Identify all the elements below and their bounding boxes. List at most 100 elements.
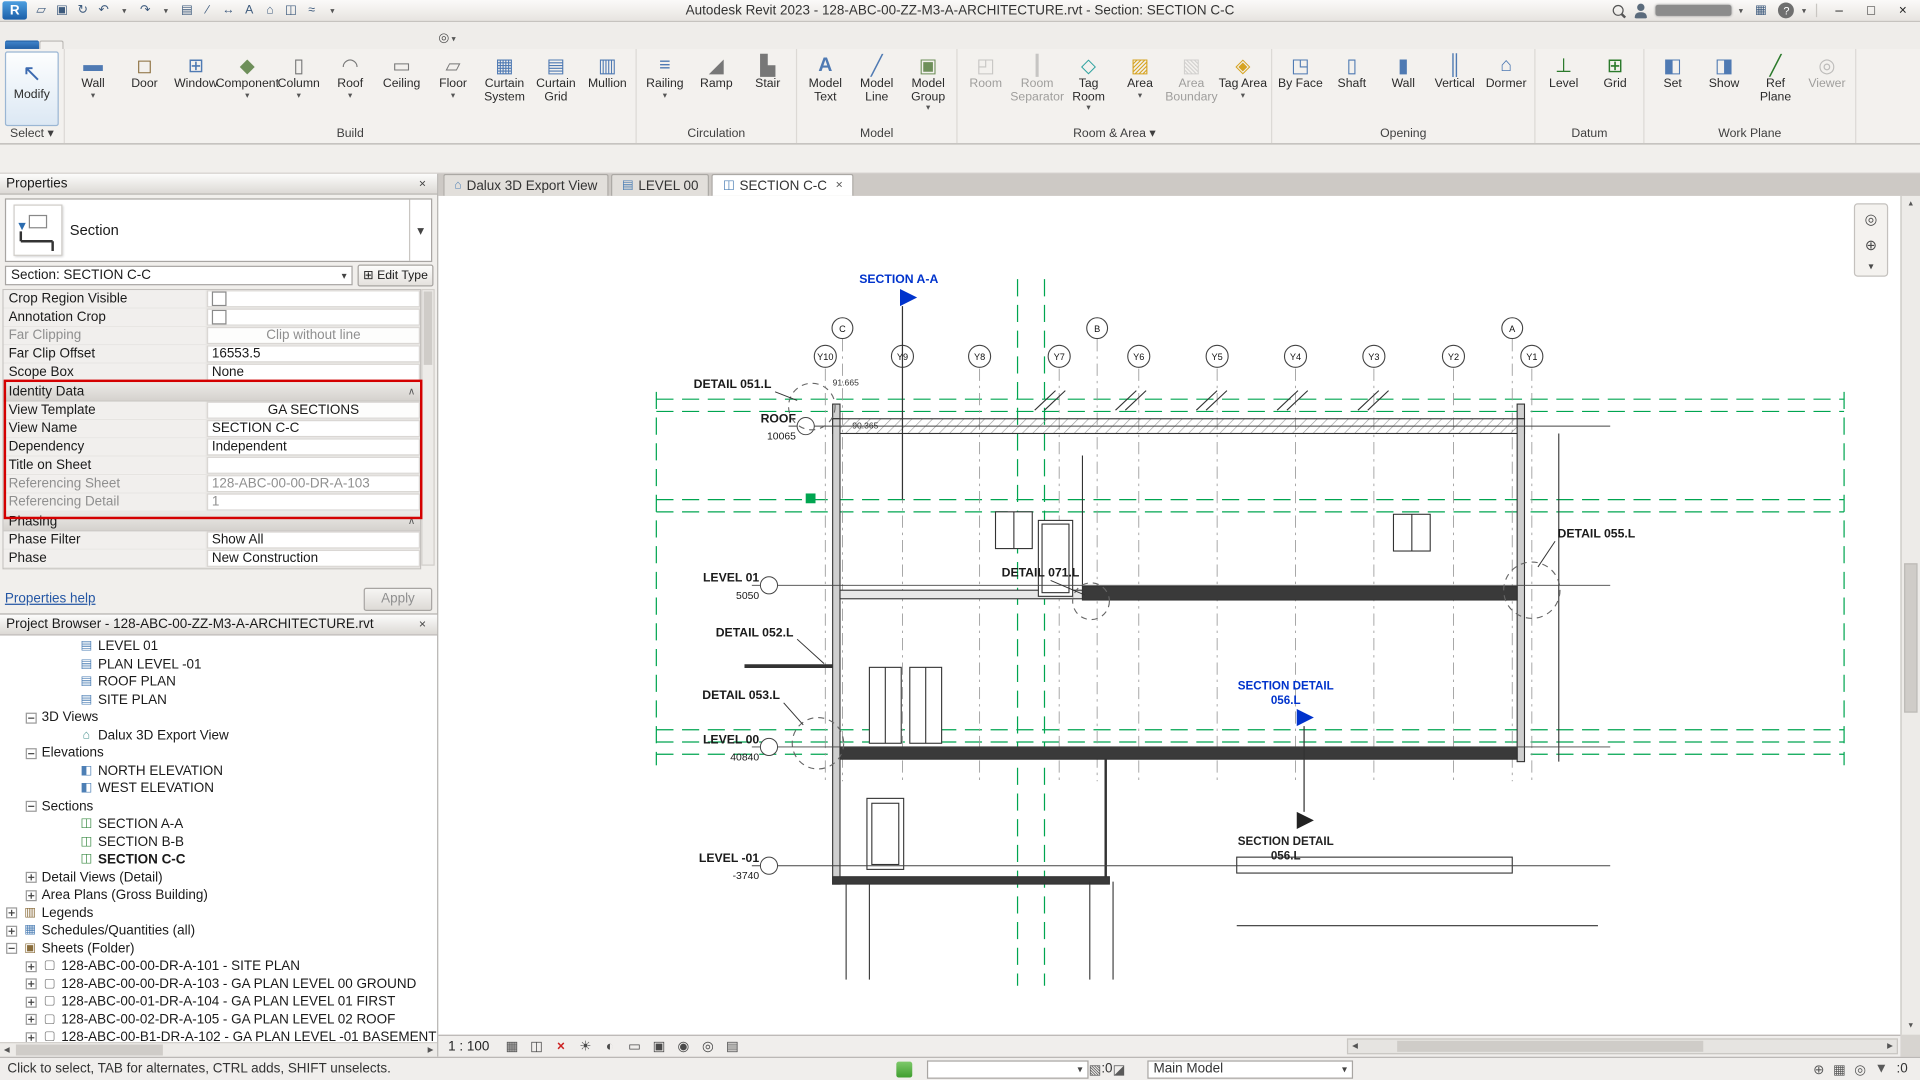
show-crop-region-icon[interactable]: ▣ [649,1038,670,1054]
properties-scrollbar[interactable] [421,289,434,566]
ribbon-panel-label-select[interactable]: Select ▾ [2,126,61,143]
section-detail-label[interactable]: SECTION DETAIL [1238,835,1334,848]
grid-bubble-label[interactable]: A [1509,324,1516,334]
section-detail-number[interactable]: 056.L [1271,850,1301,863]
tree-expander-icon[interactable] [26,996,37,1007]
property-row[interactable]: Far Clip Offset 16553.5 [4,345,420,363]
ribbon-panel-label-circulation[interactable]: Circulation [639,126,793,143]
tree-item[interactable]: Legends [0,904,437,922]
ribbon-button[interactable]: Tag Area [1217,49,1268,126]
property-value[interactable] [207,309,420,326]
print-icon[interactable]: ▤ [176,1,197,19]
instance-selector[interactable]: Section: SECTION C-C ▾ [5,266,353,286]
browser-horizontal-scrollbar[interactable]: ◀ ▶ [0,1042,437,1057]
property-value[interactable]: GA SECTIONS [207,402,420,419]
tree-expander-icon[interactable] [6,943,17,954]
ribbon-tab[interactable] [113,40,137,49]
ribbon-tab[interactable] [5,40,39,49]
ribbon-button[interactable]: Room [960,49,1011,126]
edit-type-button[interactable]: ⊞ Edit Type [358,264,434,286]
ribbon-button[interactable]: Window [170,49,221,126]
scroll-left-icon[interactable]: ◀ [0,1046,13,1055]
scroll-left-icon[interactable]: ◀ [1348,1040,1361,1053]
temporary-view-properties-icon[interactable]: ▤ [722,1038,743,1054]
redo-icon[interactable]: ↷ [135,1,156,19]
ribbon-button[interactable]: Floor [427,49,478,126]
redo-dropdown-icon[interactable]: ▾ [156,1,177,19]
ribbon-button[interactable]: Ramp [691,49,742,126]
tree-item[interactable]: Area Plans (Gross Building) [0,887,437,905]
exclude-options-icon[interactable]: ⊕ [1813,1061,1824,1077]
scroll-right-icon[interactable]: ▶ [1883,1040,1896,1053]
properties-header[interactable]: Properties × [0,174,437,195]
tree-expander-icon[interactable] [26,890,37,901]
detail-callout-label[interactable]: DETAIL 052.L [716,626,794,640]
property-row[interactable]: Phase New Construction [4,550,420,568]
grid-bubble-label[interactable]: Y6 [1133,352,1144,362]
ribbon-button[interactable]: Tag Room [1063,49,1114,126]
vertical-scrollbar[interactable]: ▲ ▼ [1900,196,1920,1035]
aligned-dimension-icon[interactable]: ↔ [218,1,239,19]
ribbon-button[interactable]: Viewer [1801,49,1852,126]
ribbon-panel-label-build[interactable]: Build [67,126,633,143]
zoom-icon[interactable]: ⊕ [1859,234,1883,256]
phasing-header[interactable]: Phasing ∧ [4,512,420,532]
section-detail-arrow-icon[interactable] [1297,709,1314,726]
tree-expander-icon[interactable] [26,961,37,972]
save-icon[interactable]: ▣ [51,1,72,19]
ribbon-button[interactable]: Show [1698,49,1749,126]
grid-bubble-label[interactable]: Y10 [817,352,833,362]
measure-icon[interactable]: ∕ [197,1,218,19]
scroll-up-icon[interactable]: ▲ [1902,196,1920,213]
worksharing-status-icon[interactable] [896,1061,912,1077]
grid-bubble-label[interactable]: Y7 [1054,352,1065,362]
collapse-arrow-icon[interactable]: ∧ [408,516,415,527]
maximize-button[interactable]: □ [1859,3,1883,18]
tree-item[interactable]: LEVEL 01 [0,638,437,656]
tree-expander-icon[interactable] [26,872,37,883]
property-value[interactable] [207,457,420,474]
minimize-button[interactable]: – [1827,3,1851,18]
property-row[interactable]: View Template GA SECTIONS [4,402,420,420]
ribbon-button[interactable]: By Face [1275,49,1326,126]
level-label[interactable]: ROOF [761,411,797,425]
ribbon-button[interactable]: Door [119,49,170,126]
property-value[interactable]: 128-ABC-00-00-DR-A-103 [207,475,420,492]
section-icon[interactable]: ◫ [280,1,301,19]
project-browser-header[interactable]: Project Browser - 128-ABC-00-ZZ-M3-A-ARC… [0,615,437,636]
press-drag-icon[interactable]: ▦ [1833,1061,1846,1077]
grid-bubble-label[interactable]: Y4 [1290,352,1301,362]
detail-callout-label[interactable]: DETAIL 053.L [702,688,780,702]
ribbon-tab[interactable] [333,40,357,49]
ribbon-tab[interactable] [211,40,235,49]
view-tab-dalux-3d[interactable]: ⌂ Dalux 3D Export View [443,174,608,196]
user-avatar-icon[interactable] [1633,3,1648,18]
tree-item[interactable]: 128-ABC-00-01-DR-A-104 - GA PLAN LEVEL 0… [0,993,437,1011]
ribbon-panel-label-room-area[interactable]: Room & Area ▾ [960,126,1269,143]
ribbon-button[interactable]: Component [222,49,273,126]
ribbon-button[interactable]: Wall [1378,49,1429,126]
ribbon-button[interactable]: Model Line [851,49,902,126]
ribbon-button[interactable]: Roof [324,49,375,126]
sun-icon[interactable]: ☀ [575,1038,596,1054]
ribbon-tab[interactable] [407,40,431,49]
properties-help-link[interactable]: Properties help [5,591,96,606]
ribbon-button[interactable]: Model Group [902,49,953,126]
visual-style-icon[interactable]: ◫ [526,1038,547,1054]
close-properties-icon[interactable]: × [414,177,431,190]
ribbon-panel-label-work-plane[interactable]: Work Plane [1647,126,1853,143]
help-icon[interactable]: ? [1779,2,1795,18]
tree-item[interactable]: ROOF PLAN [0,673,437,691]
horizontal-scrollbar[interactable]: ◀ ▶ [1347,1038,1898,1054]
ribbon-tab[interactable] [186,40,210,49]
property-value[interactable]: New Construction [207,550,420,567]
close-view-icon[interactable]: × [836,179,843,192]
tree-expander-icon[interactable] [26,712,37,723]
section-drawing[interactable]: ROOF 10065 LEVEL 01 5050 LEVEL 00 40840 … [438,196,1900,1035]
app-store-icon[interactable]: ▦ [1750,1,1771,19]
level-elevation[interactable]: 40840 [730,752,759,763]
sun-path-off-icon[interactable]: × [551,1039,572,1054]
property-value[interactable]: SECTION C-C [207,420,420,437]
tree-item[interactable]: 128-ABC-00-00-DR-A-103 - GA PLAN LEVEL 0… [0,975,437,993]
ribbon-button[interactable]: Ref Plane [1750,49,1801,126]
